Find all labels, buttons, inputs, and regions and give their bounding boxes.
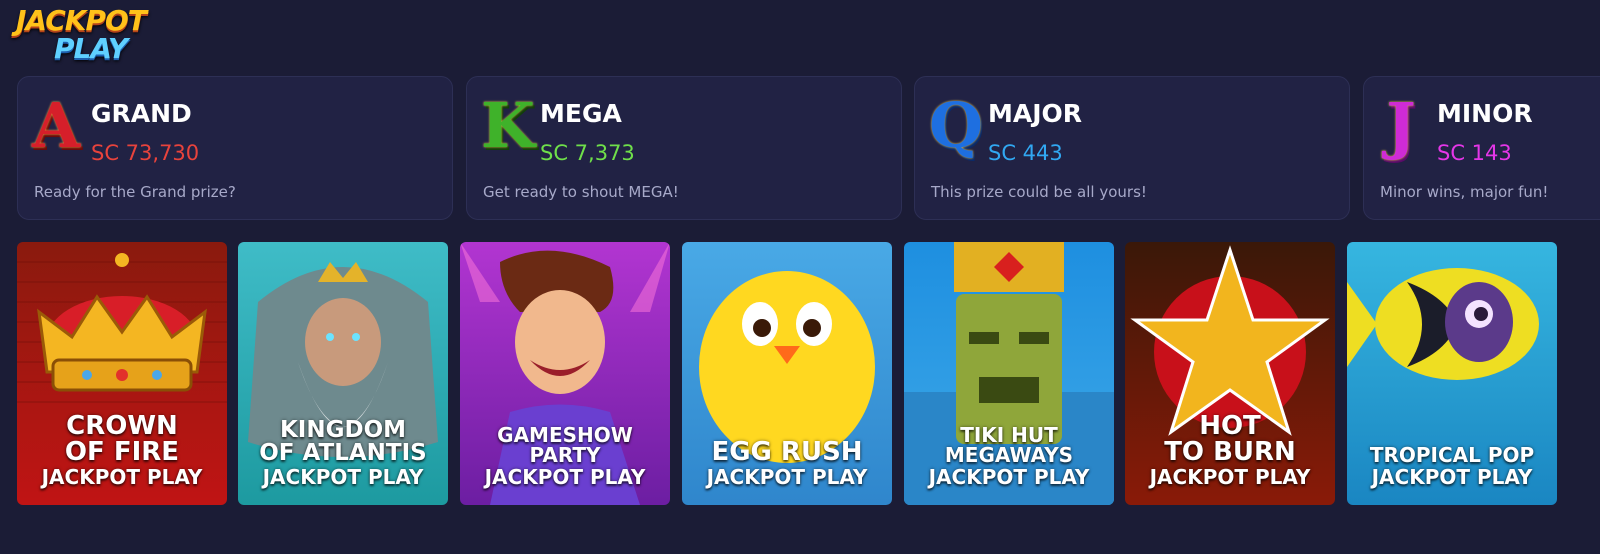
jackpot-play-logo[interactable]: JACKPOT PLAY: [16, 4, 172, 70]
letter-j-icon: J: [1386, 89, 1416, 162]
game-title: KINGDOM OF ATLANTIS JACKPOT PLAY: [259, 417, 427, 489]
letter-q-icon: Q: [929, 89, 984, 162]
jackpot-description: This prize could be all yours!: [931, 183, 1147, 201]
game-tile-hot-to-burn[interactable]: HOT TO BURN JACKPOT PLAY: [1125, 242, 1335, 505]
game-tile-egg-rush[interactable]: EGG RUSH JACKPOT PLAY: [682, 242, 892, 505]
letter-a-icon: A: [32, 89, 81, 162]
jackpot-name: MAJOR: [988, 99, 1083, 128]
jackpot-name: MINOR: [1437, 99, 1533, 128]
game-tile-crown-of-fire[interactable]: CROWN OF FIRE JACKPOT PLAY: [17, 242, 227, 505]
jackpot-name: GRAND: [91, 99, 192, 128]
game-title: EGG RUSH JACKPOT PLAY: [706, 437, 868, 489]
jackpot-name: MEGA: [540, 99, 622, 128]
jackpot-card-grand[interactable]: A GRAND SC 73,730 Ready for the Grand pr…: [17, 76, 453, 220]
jackpot-card-mega[interactable]: K MEGA SC 7,373 Get ready to shout MEGA!: [466, 76, 902, 220]
game-title: CROWN OF FIRE JACKPOT PLAY: [41, 411, 203, 489]
jackpot-card-major[interactable]: Q MAJOR SC 443 This prize could be all y…: [914, 76, 1350, 220]
game-title: TROPICAL POP JACKPOT PLAY: [1369, 443, 1535, 489]
jackpot-description: Ready for the Grand prize?: [34, 183, 236, 201]
game-tile-tropical-pop[interactable]: TROPICAL POP JACKPOT PLAY: [1347, 242, 1557, 505]
game-title: TIKI HUT MEGAWAYS JACKPOT PLAY: [928, 423, 1090, 489]
jackpot-tiers: A GRAND SC 73,730 Ready for the Grand pr…: [17, 76, 1600, 222]
jackpot-description: Get ready to shout MEGA!: [483, 183, 679, 201]
game-title: GAMESHOW PARTY JACKPOT PLAY: [484, 423, 646, 489]
game-tile-gameshow-party[interactable]: GAMESHOW PARTY JACKPOT PLAY: [460, 242, 670, 505]
letter-k-icon: K: [481, 89, 535, 162]
game-tile-tiki-hut-megaways[interactable]: TIKI HUT MEGAWAYS JACKPOT PLAY: [904, 242, 1114, 505]
game-title: HOT TO BURN JACKPOT PLAY: [1149, 411, 1311, 489]
game-tile-kingdom-of-atlantis[interactable]: KINGDOM OF ATLANTIS JACKPOT PLAY: [238, 242, 448, 505]
jackpot-card-minor[interactable]: J MINOR SC 143 Minor wins, major fun!: [1363, 76, 1600, 220]
jackpot-amount: SC 143: [1437, 141, 1512, 165]
jackpot-amount: SC 443: [988, 141, 1063, 165]
jackpot-amount: SC 7,373: [540, 141, 635, 165]
logo-line2: PLAY: [54, 32, 128, 65]
game-grid: CROWN OF FIRE JACKPOT PLAY KINGDOM OF AT…: [17, 242, 1600, 506]
jackpot-description: Minor wins, major fun!: [1380, 183, 1549, 201]
jackpot-amount: SC 73,730: [91, 141, 200, 165]
